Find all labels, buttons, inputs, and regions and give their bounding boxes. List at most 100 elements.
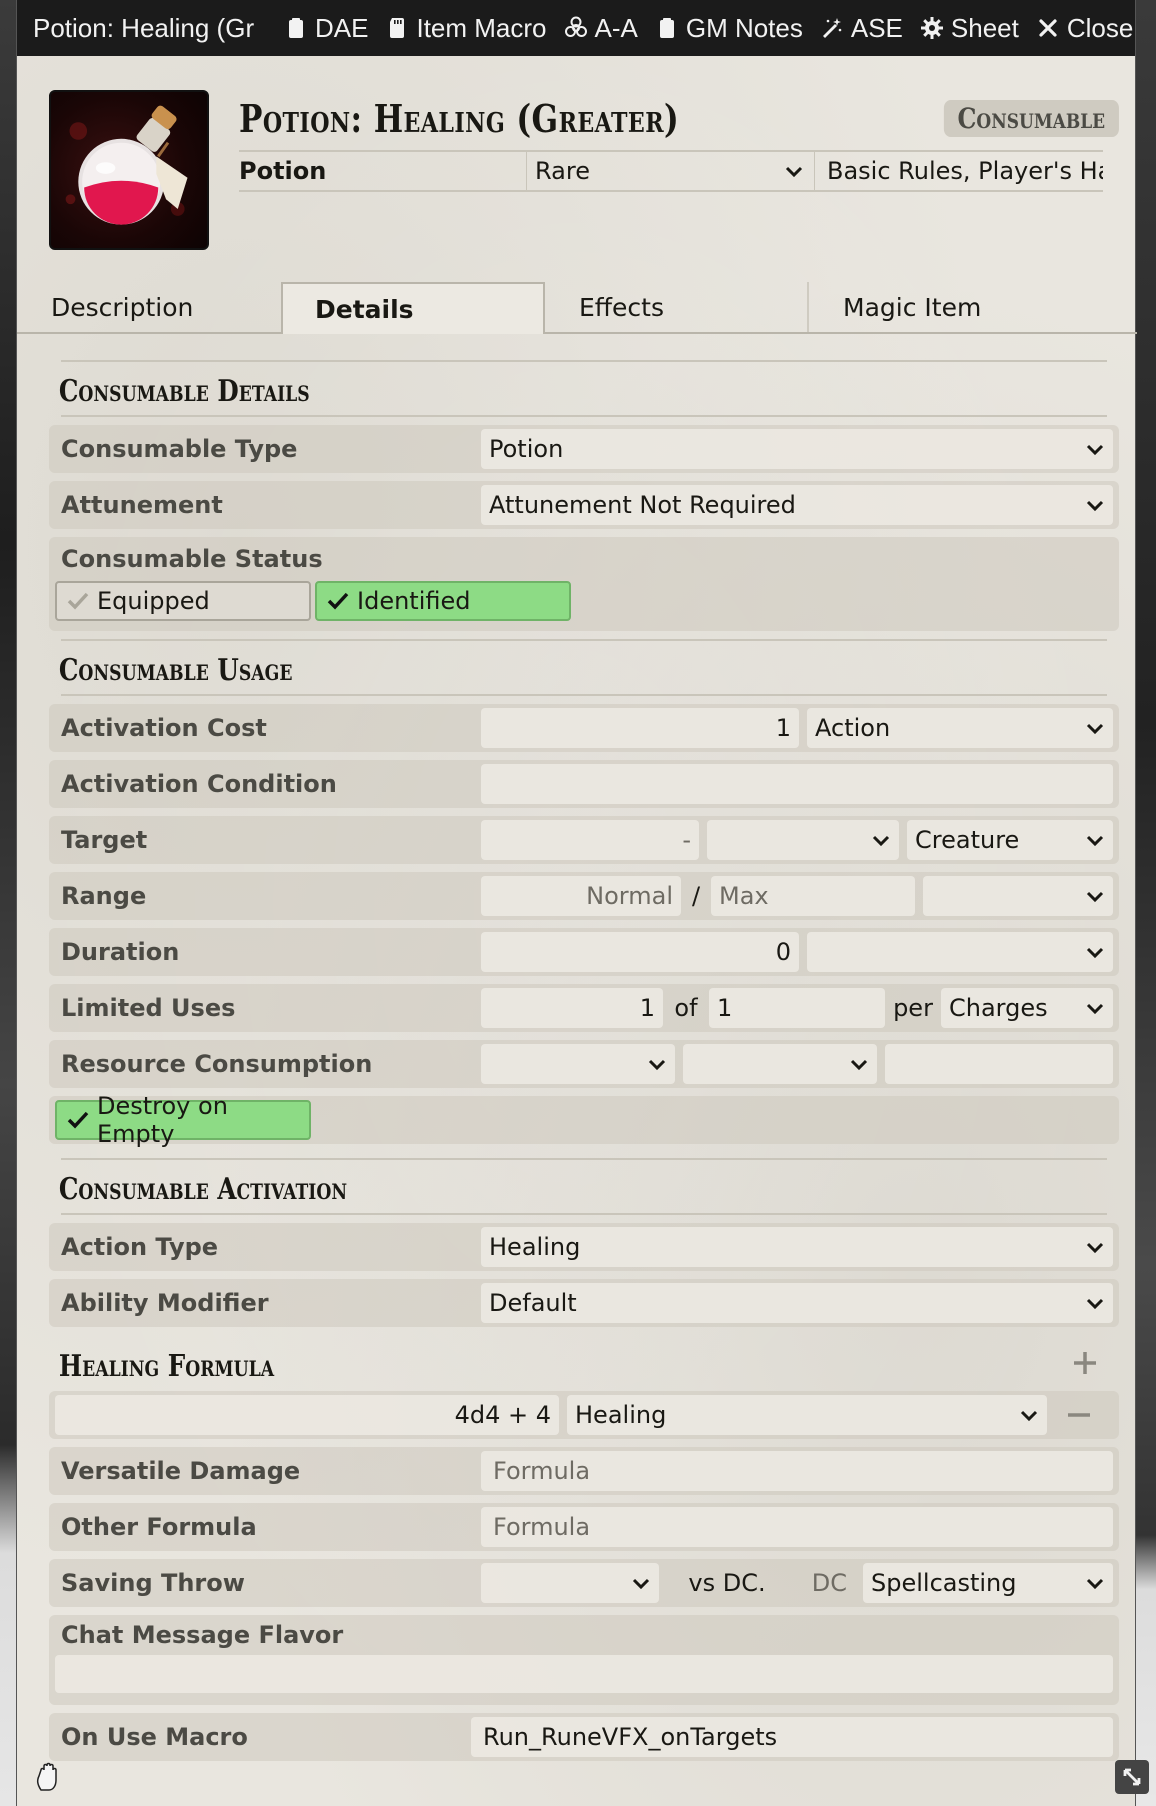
rarity-value: Rare bbox=[535, 157, 590, 185]
action-type-label: Action Type bbox=[61, 1233, 219, 1261]
chevron-down-icon bbox=[1085, 886, 1105, 906]
chevron-down-icon bbox=[1085, 1237, 1105, 1257]
automated-animations-button[interactable]: A-A bbox=[563, 13, 638, 44]
uses-per-label: per bbox=[893, 994, 933, 1022]
chat-flavor-input[interactable] bbox=[55, 1655, 1113, 1693]
range-units-select[interactable] bbox=[923, 876, 1113, 916]
action-type-row: Action Type Healing bbox=[49, 1223, 1119, 1271]
save-dc-input[interactable]: DC bbox=[795, 1563, 855, 1603]
ability-modifier-select[interactable]: Default bbox=[481, 1283, 1113, 1323]
tab-effects[interactable]: Effects bbox=[545, 282, 809, 332]
dae-button[interactable]: DAE bbox=[283, 13, 368, 44]
window-titlebar[interactable]: Potion: Healing (Gr DAE Item Macro A-A G… bbox=[17, 0, 1135, 56]
resource-target-select[interactable] bbox=[683, 1044, 877, 1084]
chevron-down-icon bbox=[1085, 998, 1105, 1018]
chevron-down-icon bbox=[1085, 830, 1105, 850]
attunement-select[interactable]: Attunement Not Required bbox=[481, 485, 1113, 525]
saving-throw-label: Saving Throw bbox=[61, 1569, 245, 1597]
on-use-macro-input[interactable]: Run_RuneVFX_onTargets bbox=[471, 1717, 1113, 1757]
activation-condition-input[interactable] bbox=[481, 764, 1113, 804]
section-title-consumable-activation: Consumable Activation bbox=[58, 1172, 348, 1207]
save-scaling-select[interactable]: Spellcasting bbox=[863, 1563, 1113, 1603]
sd-card-icon bbox=[384, 15, 410, 41]
consumable-type-label: Consumable Type bbox=[61, 435, 298, 463]
resource-consumption-row: Resource Consumption bbox=[49, 1040, 1119, 1088]
section-title-healing-formula: Healing Formula bbox=[58, 1348, 275, 1384]
healing-type-select[interactable]: Healing bbox=[567, 1395, 1047, 1435]
resize-handle-icon[interactable] bbox=[1115, 1760, 1149, 1794]
tab-details[interactable]: Details bbox=[281, 282, 545, 334]
resource-amount-input[interactable] bbox=[885, 1044, 1113, 1084]
uses-value-input[interactable]: 1 bbox=[481, 988, 663, 1028]
tab-description[interactable]: Description bbox=[17, 282, 281, 332]
versatile-damage-label: Versatile Damage bbox=[61, 1457, 301, 1485]
window-title: Potion: Healing (Gr bbox=[33, 12, 255, 43]
chevron-down-icon bbox=[647, 1054, 667, 1074]
rarity-select[interactable]: Rare bbox=[527, 152, 815, 190]
healing-formula-header: Healing Formula bbox=[49, 1335, 1119, 1391]
healing-formula-row: 4d4 + 4 Healing bbox=[49, 1391, 1119, 1439]
versatile-damage-input[interactable]: Formula bbox=[481, 1451, 1113, 1491]
duration-units-select[interactable] bbox=[807, 932, 1113, 972]
clipboard-icon bbox=[654, 15, 680, 41]
limited-uses-row: Limited Uses 1 of 1 per Charges bbox=[49, 984, 1119, 1032]
ability-modifier-row: Ability Modifier Default bbox=[49, 1279, 1119, 1327]
details-content: Consumable Details Consumable Type Potio… bbox=[49, 360, 1119, 1769]
add-formula-icon[interactable] bbox=[1071, 1349, 1099, 1377]
item-image[interactable] bbox=[49, 90, 209, 250]
item-macro-button[interactable]: Item Macro bbox=[384, 13, 547, 44]
source-field[interactable]: Basic Rules, Player's Ha bbox=[815, 152, 1103, 190]
remove-formula-icon[interactable] bbox=[1065, 1401, 1093, 1429]
tab-magic-item[interactable]: Magic Item bbox=[809, 282, 1073, 332]
uses-max-input[interactable]: 1 bbox=[709, 988, 885, 1028]
target-row: Target - Creature bbox=[49, 816, 1119, 864]
activation-type-select[interactable]: Action bbox=[807, 708, 1113, 748]
range-max-input[interactable]: Max bbox=[711, 876, 915, 916]
range-normal-input[interactable]: Normal bbox=[481, 876, 681, 916]
close-button[interactable]: Close bbox=[1035, 13, 1133, 44]
consumable-type-row: Consumable Type Potion bbox=[49, 425, 1119, 473]
target-units-select[interactable] bbox=[707, 820, 899, 860]
item-header-fields: Potion Rare Basic Rules, Player's Ha bbox=[239, 150, 1103, 192]
sheet-tabs: Description Details Effects Magic Item bbox=[17, 282, 1137, 334]
identified-checkbox[interactable]: Identified bbox=[315, 581, 571, 621]
gm-notes-button[interactable]: GM Notes bbox=[654, 13, 803, 44]
destroy-on-empty-checkbox[interactable]: Destroy on Empty bbox=[55, 1092, 311, 1148]
target-value-input[interactable]: - bbox=[481, 820, 699, 860]
item-sheet-window: Potion: Healing (Gr DAE Item Macro A-A G… bbox=[16, 0, 1149, 1806]
activation-condition-row: Activation Condition bbox=[49, 760, 1119, 808]
duration-value-input[interactable]: 0 bbox=[481, 932, 799, 972]
chat-flavor-row: Chat Message Flavor bbox=[49, 1615, 1119, 1705]
magic-wand-icon bbox=[819, 15, 845, 41]
item-subtype: Potion bbox=[239, 152, 527, 190]
healing-formula-input[interactable]: 4d4 + 4 bbox=[55, 1395, 559, 1435]
versatile-damage-row: Versatile Damage Formula bbox=[49, 1447, 1119, 1495]
sheet-config-button[interactable]: Sheet bbox=[919, 13, 1019, 44]
check-icon bbox=[325, 588, 351, 614]
saving-throw-row: Saving Throw vs DC. DC Spellcasting bbox=[49, 1559, 1119, 1607]
equipped-checkbox[interactable]: Equipped bbox=[55, 581, 311, 621]
uses-period-select[interactable]: Charges bbox=[941, 988, 1113, 1028]
target-type-select[interactable]: Creature bbox=[907, 820, 1113, 860]
section-divider bbox=[61, 415, 1107, 417]
chevron-down-icon bbox=[631, 1573, 651, 1593]
activation-cost-input[interactable]: 1 bbox=[481, 708, 799, 748]
chevron-down-icon bbox=[1085, 718, 1105, 738]
section-title-consumable-usage: Consumable Usage bbox=[58, 653, 293, 688]
item-type-badge: Consumable bbox=[944, 100, 1119, 137]
item-header: Potion: Healing (Greater) Consumable Pot… bbox=[49, 90, 1119, 250]
resource-type-select[interactable] bbox=[481, 1044, 675, 1084]
ase-button[interactable]: ASE bbox=[819, 13, 903, 44]
item-name[interactable]: Potion: Healing (Greater) bbox=[239, 96, 679, 141]
consumable-type-select[interactable]: Potion bbox=[481, 429, 1113, 469]
save-ability-select[interactable] bbox=[481, 1563, 659, 1603]
section-divider bbox=[61, 694, 1107, 696]
background-left bbox=[0, 0, 16, 1806]
action-type-select[interactable]: Healing bbox=[481, 1227, 1113, 1267]
close-icon bbox=[1035, 15, 1061, 41]
chevron-down-icon bbox=[849, 1054, 869, 1074]
activation-condition-label: Activation Condition bbox=[61, 770, 337, 798]
consumable-status-row: Consumable Status Equipped Identified bbox=[49, 537, 1119, 631]
range-separator: / bbox=[691, 882, 701, 910]
other-formula-input[interactable]: Formula bbox=[481, 1507, 1113, 1547]
